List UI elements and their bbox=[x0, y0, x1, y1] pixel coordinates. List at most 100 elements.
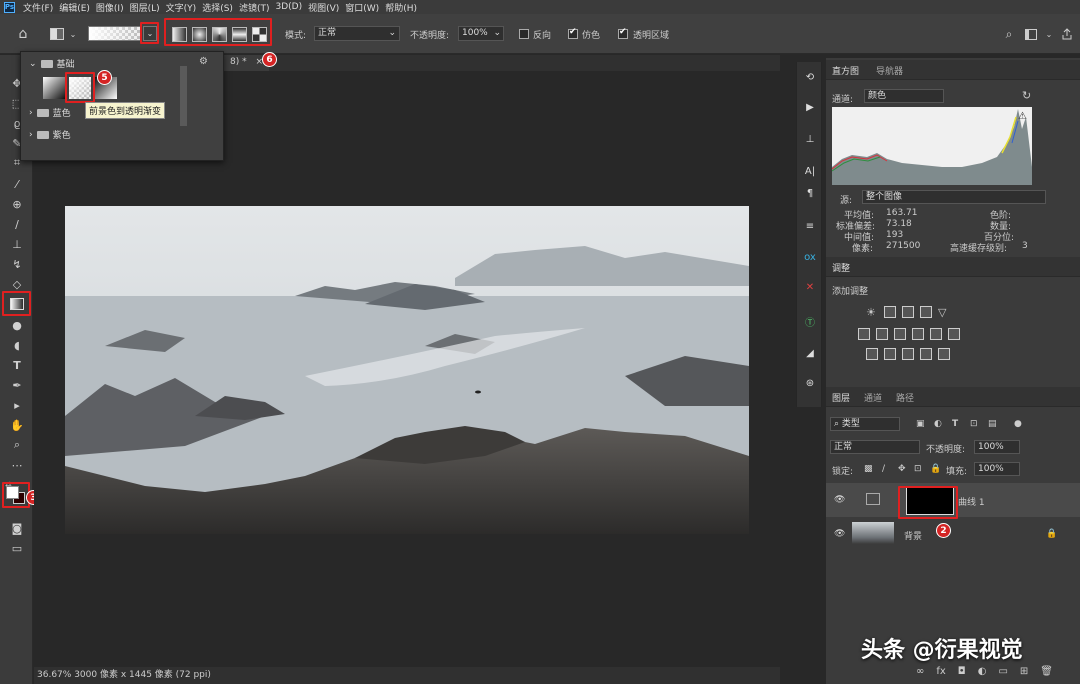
eye-icon[interactable]: 👁 bbox=[834, 529, 845, 539]
filter-adjust-icon[interactable]: ◐ bbox=[934, 419, 942, 429]
mode-select[interactable]: 正常 ⌄ bbox=[314, 26, 400, 41]
healing-brush-tool-icon[interactable]: ⊕ bbox=[7, 196, 27, 212]
filter-type-icon[interactable]: T bbox=[952, 419, 958, 429]
screen-mode-icon[interactable]: ▭ bbox=[7, 540, 27, 556]
lock-all-icon[interactable]: 🔒 bbox=[930, 464, 941, 474]
tab-paths[interactable]: 路径 bbox=[896, 391, 914, 404]
brightness-icon[interactable]: ☀ bbox=[866, 306, 878, 319]
invert-icon[interactable] bbox=[866, 348, 878, 360]
lock-transparent-icon[interactable]: ▩ bbox=[864, 464, 873, 474]
gradient-preview[interactable] bbox=[88, 26, 142, 41]
reflected-gradient-button[interactable] bbox=[232, 27, 247, 42]
threshold-icon[interactable] bbox=[902, 348, 914, 360]
menu-type[interactable]: 文字(Y) bbox=[166, 1, 197, 14]
gradient-map-icon[interactable] bbox=[920, 348, 932, 360]
tab-adjustments[interactable]: 调整 bbox=[832, 261, 850, 274]
folder-basic-row[interactable]: ⌄ 基础 bbox=[29, 57, 75, 71]
refresh-icon[interactable]: ↻ bbox=[1022, 89, 1031, 102]
opacity-input[interactable]: 100% ⌄ bbox=[458, 26, 504, 41]
diamond-gradient-button[interactable] bbox=[252, 27, 267, 42]
hue-saturation-icon[interactable] bbox=[858, 328, 870, 340]
linear-gradient-button[interactable] bbox=[172, 27, 187, 42]
blend-mode-select[interactable]: 正常 bbox=[830, 440, 920, 454]
search-icon[interactable]: ⌕ bbox=[1000, 25, 1018, 43]
filter-pixel-icon[interactable]: ▣ bbox=[916, 419, 925, 429]
dither-checkbox[interactable] bbox=[568, 27, 578, 39]
delete-layer-icon[interactable]: 🗑 bbox=[1040, 666, 1053, 677]
posterize-icon[interactable] bbox=[884, 348, 896, 360]
fx-icon[interactable]: fx bbox=[936, 666, 945, 677]
photo-filter-icon[interactable] bbox=[912, 328, 924, 340]
brush-settings-icon[interactable]: ◢ bbox=[801, 344, 819, 362]
filter-toggle-icon[interactable]: ● bbox=[1014, 419, 1022, 429]
glyphs-panel-icon[interactable]: ⊛ bbox=[801, 374, 819, 392]
new-adjustment-icon[interactable]: ◐ bbox=[978, 666, 987, 677]
menu-filter[interactable]: 滤镜(T) bbox=[239, 1, 270, 14]
color-balance-icon[interactable] bbox=[876, 328, 888, 340]
eraser-tool-icon[interactable]: ◇ bbox=[7, 276, 27, 292]
tab-histogram[interactable]: 直方图 bbox=[832, 64, 859, 77]
filter-smart-icon[interactable]: ▤ bbox=[988, 419, 997, 429]
stamp-tool-icon[interactable]: ⊥ bbox=[7, 236, 27, 252]
home-icon[interactable]: ⌂ bbox=[14, 25, 32, 43]
workspace-icon[interactable] bbox=[1022, 25, 1040, 43]
more-tools-icon[interactable]: ⋯ bbox=[7, 457, 27, 473]
channel-select[interactable]: 颜色 bbox=[864, 89, 944, 103]
menu-file[interactable]: 文件(F) bbox=[23, 1, 53, 14]
plugin-ox-icon[interactable]: ox bbox=[801, 248, 819, 266]
menu-window[interactable]: 窗口(W) bbox=[345, 1, 379, 14]
chevron-down-icon[interactable]: ⌄ bbox=[64, 25, 82, 43]
layer-opacity-input[interactable]: 100% bbox=[974, 440, 1020, 454]
reverse-checkbox[interactable] bbox=[519, 29, 529, 39]
folder-blue-row[interactable]: › 蓝色 bbox=[29, 106, 71, 120]
dodge-tool-icon[interactable]: ◖ bbox=[7, 337, 27, 353]
tab-channels[interactable]: 通道 bbox=[864, 391, 882, 404]
type-tool-icon[interactable]: T bbox=[7, 357, 27, 373]
eyedropper-tool-icon[interactable]: ⁄ bbox=[7, 176, 27, 192]
transparency-checkbox[interactable] bbox=[618, 27, 628, 39]
layer-row-background[interactable]: 👁 背景 🔒 bbox=[826, 518, 1080, 552]
new-layer-icon[interactable]: ⊞ bbox=[1020, 666, 1028, 677]
filter-shape-icon[interactable]: ⊡ bbox=[970, 419, 978, 429]
tab-navigator[interactable]: 导航器 bbox=[876, 64, 903, 77]
menu-edit[interactable]: 编辑(E) bbox=[59, 1, 90, 14]
layer-filter-select[interactable]: ⌕ 类型 bbox=[830, 417, 900, 431]
selective-color-icon[interactable] bbox=[938, 348, 950, 360]
plugin-x-icon[interactable]: ✕ bbox=[801, 278, 819, 296]
scrollbar[interactable] bbox=[180, 66, 187, 126]
gear-icon[interactable]: ⚙ bbox=[199, 56, 208, 67]
path-select-tool-icon[interactable]: ▸ bbox=[7, 397, 27, 413]
lock-pixels-icon[interactable]: ∕ bbox=[882, 464, 885, 474]
levels-icon[interactable] bbox=[884, 306, 896, 318]
link-layers-icon[interactable]: ∞ bbox=[916, 666, 924, 677]
brush-tool-icon[interactable]: ∕ bbox=[7, 216, 27, 232]
hand-tool-icon[interactable]: ✋ bbox=[7, 417, 27, 433]
properties-panel-icon[interactable]: ≡ bbox=[801, 217, 819, 235]
new-group-icon[interactable]: ▭ bbox=[998, 666, 1007, 677]
lock-position-icon[interactable]: ✥ bbox=[898, 464, 906, 474]
canvas-image[interactable] bbox=[65, 206, 749, 534]
clone-source-icon[interactable]: ⊥ bbox=[801, 130, 819, 148]
chevron-down-icon[interactable]: ⌄ bbox=[1040, 25, 1058, 43]
exposure-icon[interactable] bbox=[920, 306, 932, 318]
menu-help[interactable]: 帮助(H) bbox=[385, 1, 417, 14]
channel-mixer-icon[interactable] bbox=[930, 328, 942, 340]
menu-view[interactable]: 视图(V) bbox=[308, 1, 339, 14]
paragraph-panel-icon[interactable]: ¶ bbox=[801, 184, 819, 202]
blur-tool-icon[interactable]: ● bbox=[7, 317, 27, 333]
history-panel-icon[interactable]: ⟲ bbox=[801, 68, 819, 86]
angle-gradient-button[interactable] bbox=[212, 27, 227, 42]
menu-select[interactable]: 选择(S) bbox=[202, 1, 233, 14]
menu-layer[interactable]: 图层(L) bbox=[130, 1, 160, 14]
gradient-swatch-bw[interactable] bbox=[43, 77, 65, 99]
actions-panel-icon[interactable]: ▶ bbox=[801, 98, 819, 116]
menu-3d[interactable]: 3D(D) bbox=[275, 2, 302, 12]
quick-mask-icon[interactable]: ◙ bbox=[7, 520, 27, 536]
black-white-icon[interactable] bbox=[894, 328, 906, 340]
curves-icon[interactable] bbox=[902, 306, 914, 318]
tab-layers[interactable]: 图层 bbox=[832, 391, 850, 404]
vibrance-icon[interactable]: ▽ bbox=[938, 306, 950, 319]
eye-icon[interactable]: 👁 bbox=[834, 495, 845, 505]
share-icon[interactable] bbox=[1058, 25, 1076, 43]
fill-input[interactable]: 100% bbox=[974, 462, 1020, 476]
